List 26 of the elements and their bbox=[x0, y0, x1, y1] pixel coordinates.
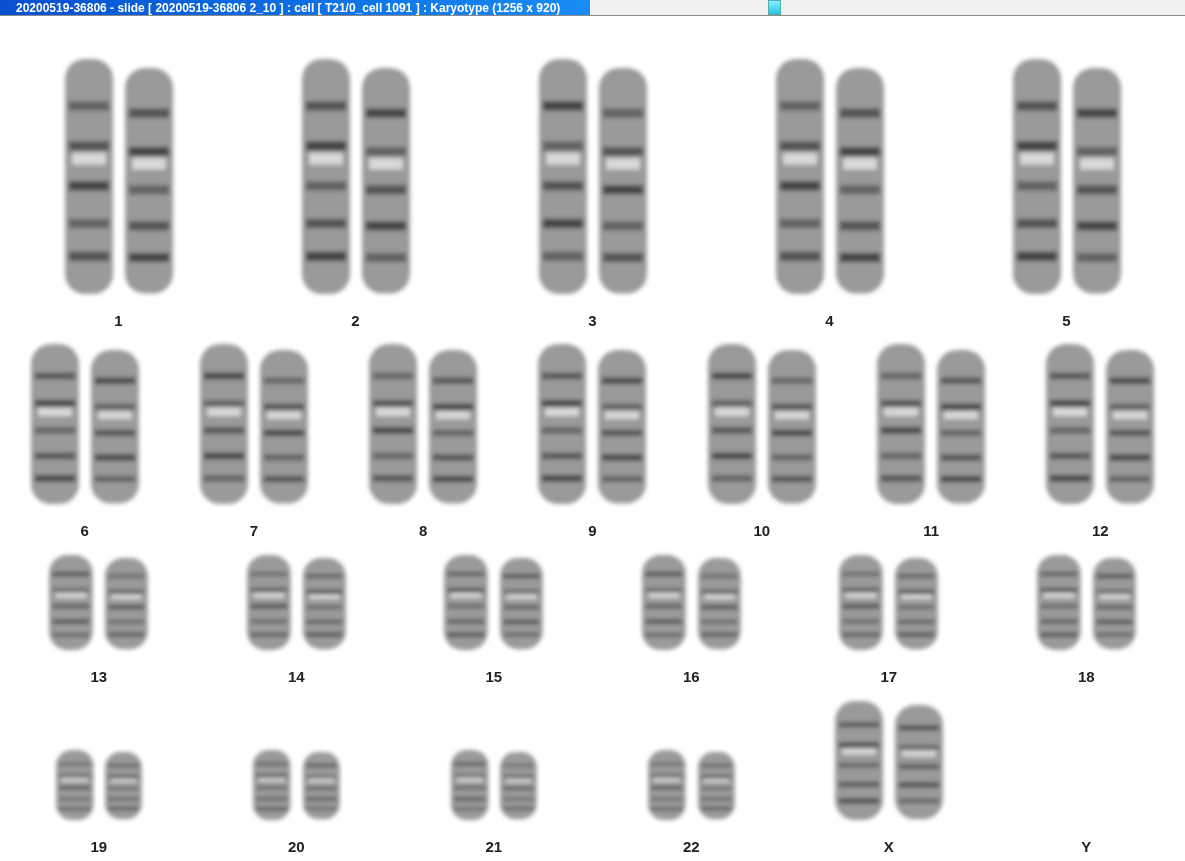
chromosome-label: 9 bbox=[588, 521, 597, 541]
chromosome-label: 15 bbox=[485, 666, 503, 687]
scroll-thumb[interactable] bbox=[768, 0, 781, 15]
chromosome-label: 14 bbox=[287, 666, 305, 687]
chromosome-label: 13 bbox=[90, 666, 108, 687]
chromosome-label: 2 bbox=[351, 310, 360, 331]
chromosome-label: 3 bbox=[588, 310, 597, 331]
chromosome-label: 20 bbox=[287, 836, 305, 857]
chromosome-label: 10 bbox=[753, 521, 771, 541]
chromosome-label: 8 bbox=[419, 521, 428, 541]
chromosome-label: Y bbox=[1081, 836, 1092, 857]
chromosome-label: 18 bbox=[1077, 666, 1095, 687]
chromosome-label: 21 bbox=[485, 836, 503, 857]
chromosome-label: 7 bbox=[249, 521, 259, 541]
chromosome-label: 16 bbox=[682, 666, 700, 687]
chromosome-label: 1 bbox=[114, 310, 123, 331]
chromosome-label: 19 bbox=[90, 836, 108, 857]
chromosome-label: 11 bbox=[923, 521, 939, 541]
chromosome-label: X bbox=[883, 836, 894, 857]
chromosome-label: 4 bbox=[825, 310, 834, 331]
chromosome-label: 12 bbox=[1092, 521, 1109, 541]
chromosome-label: 5 bbox=[1062, 310, 1071, 331]
window-title: 20200519-36806 - slide [ 20200519-36806 2_10 ] : cell [ T21/0_cell 1091 ] : Karyotype (1256 x 920) bbox=[0, 0, 590, 15]
chromosome-label: 6 bbox=[80, 521, 89, 541]
chromosome-label: 17 bbox=[880, 666, 898, 687]
chromosome-label: 22 bbox=[682, 836, 700, 857]
